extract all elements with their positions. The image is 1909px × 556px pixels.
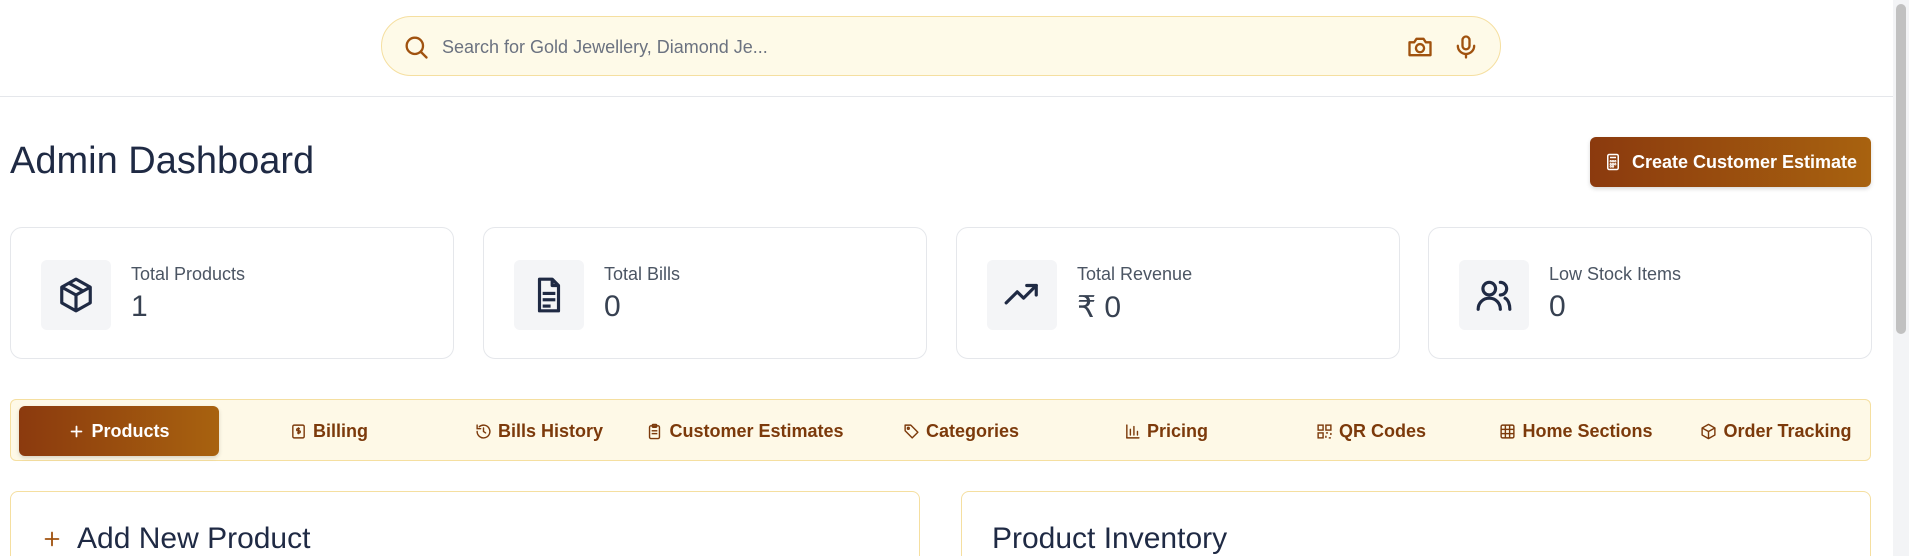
plus-icon: [44, 531, 60, 547]
stat-label: Low Stock Items: [1549, 264, 1682, 284]
stat-value: 0: [604, 290, 621, 323]
stat-icon-box: [1459, 260, 1529, 330]
panel-title: Add New Product: [77, 522, 311, 555]
tab-label: Home Sections: [1522, 420, 1653, 441]
stat-label: Total Revenue: [1077, 264, 1193, 284]
microphone-icon[interactable]: [1452, 33, 1480, 61]
package-icon: [1701, 423, 1717, 439]
top-bar: [0, 0, 1893, 97]
product-inventory-panel: Product Inventory: [961, 491, 1871, 556]
search-bar[interactable]: [381, 16, 1501, 76]
tag-icon: [904, 423, 919, 439]
stat-value: 1: [131, 290, 148, 323]
stat-card-total-products: Total Products 1: [10, 227, 454, 359]
tab-bills-history[interactable]: Bills History: [439, 406, 639, 456]
tab-products[interactable]: Products: [19, 406, 219, 456]
users-icon: [1476, 280, 1512, 311]
tab-label: Order Tracking: [1723, 420, 1852, 441]
tab-label: QR Codes: [1338, 420, 1426, 441]
add-product-panel: Add New Product: [10, 491, 920, 556]
qr-code-icon: [1317, 423, 1332, 439]
tab-home-sections[interactable]: Home Sections: [1476, 406, 1676, 456]
stat-icon-box: [514, 260, 584, 330]
stat-card-low-stock-items: Low Stock Items 0: [1428, 227, 1872, 359]
plus-icon: [71, 425, 83, 437]
tab-pricing[interactable]: Pricing: [1066, 406, 1266, 456]
stat-value: ₹ 0: [1077, 291, 1122, 324]
cta-label: Create Customer Estimate: [1631, 151, 1858, 172]
grid-icon: [1500, 423, 1516, 439]
product-inventory-heading: Product Inventory: [992, 522, 1227, 556]
tab-qr-codes[interactable]: QR Codes: [1271, 406, 1471, 456]
panel-title: Product Inventory: [992, 522, 1228, 555]
tab-billing[interactable]: Billing: [229, 406, 429, 456]
create-customer-estimate-button[interactable]: Create Customer Estimate: [1590, 137, 1871, 187]
scrollbar-thumb[interactable]: [1896, 4, 1906, 334]
bar-chart-icon: [1126, 423, 1140, 439]
add-product-heading: Add New Product: [41, 522, 310, 556]
tab-label: Bills History: [497, 420, 604, 441]
page-title: Admin Dashboard: [10, 140, 315, 182]
stat-value: 0: [1549, 290, 1566, 323]
stat-label: Total Bills: [604, 264, 681, 284]
tab-label: Pricing: [1146, 420, 1208, 441]
stat-label: Total Products: [131, 264, 246, 284]
history-icon: [476, 423, 491, 439]
file-text-icon: [537, 277, 561, 313]
receipt-icon: [292, 423, 305, 439]
tab-label: Products: [91, 420, 170, 441]
calculator-icon: [1606, 153, 1619, 171]
stat-icon-box: [41, 260, 111, 330]
search-icon[interactable]: [402, 33, 430, 61]
tab-categories[interactable]: Categories: [861, 406, 1061, 456]
stat-card-total-bills: Total Bills 0: [483, 227, 927, 359]
admin-tab-bar: Products Billing Bills History Customer …: [10, 399, 1871, 461]
tab-customer-estimates[interactable]: Customer Estimates: [639, 406, 851, 456]
tab-label: Categories: [925, 420, 1020, 441]
tab-label: Billing: [313, 420, 368, 441]
tab-order-tracking[interactable]: Order Tracking: [1681, 406, 1871, 456]
search-input[interactable]: [442, 31, 1342, 63]
stat-card-total-revenue: Total Revenue ₹ 0: [956, 227, 1400, 359]
trending-up-icon: [1004, 283, 1038, 305]
stat-icon-box: [987, 260, 1057, 330]
package-icon: [60, 277, 92, 313]
camera-icon[interactable]: [1406, 33, 1434, 61]
clipboard-icon: [649, 423, 661, 439]
tab-label: Customer Estimates: [669, 420, 844, 441]
